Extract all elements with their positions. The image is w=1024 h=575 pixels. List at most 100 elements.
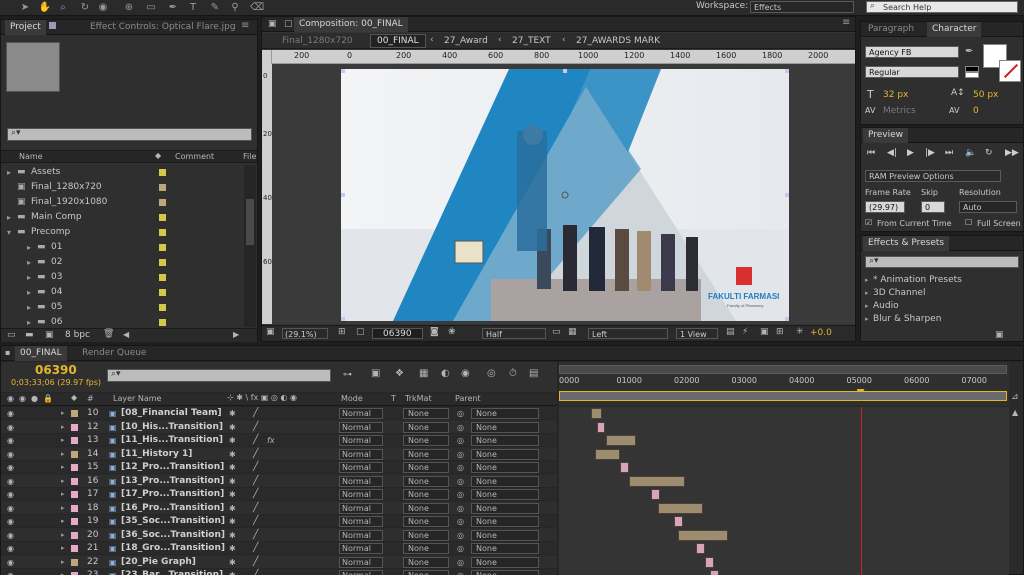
breadcrumb-27-awards-mark[interactable]: 27_AWARDS MARK: [576, 36, 660, 46]
project-item[interactable]: ▸ ▬ 03: [1, 270, 241, 285]
layer-row[interactable]: ◉ ▸ 18 ▣ [16_Pro...Transition] ✱ ╱ Normal None ◎ N…: [1, 501, 557, 515]
expand-arrow-icon[interactable]: ▸: [7, 165, 11, 180]
track-area[interactable]: [559, 407, 1009, 575]
comp-frame[interactable]: FAKULTI FARMASI Faculty of Pharmacy: [341, 69, 789, 321]
layer-label-color[interactable]: [71, 531, 78, 539]
layer-row[interactable]: ◉ ▸ 22 ▣ [20_Pie Graph] ✱ ╱ Normal None ◎ None: [1, 555, 557, 569]
zoom-icon[interactable]: ⊿: [1011, 392, 1019, 402]
resolution-dropdown[interactable]: Auto: [959, 201, 1017, 213]
type-tool-icon[interactable]: T: [186, 2, 200, 14]
expand-arrow-icon[interactable]: ▸: [61, 569, 65, 575]
work-area-bar[interactable]: [559, 365, 1007, 374]
eyedropper-icon[interactable]: ✒: [965, 46, 973, 57]
effects-search-field[interactable]: ⌕▾: [865, 256, 1019, 268]
layer-row[interactable]: ◉ ▸ 15 ▣ [12_Pro...Transition] ✱ ╱ Normal None ◎ N…: [1, 461, 557, 474]
parent-pickwhip-icon[interactable]: ◎: [457, 529, 464, 542]
motion-blur-toggle-icon[interactable]: ◉: [461, 368, 470, 379]
label-color[interactable]: [159, 184, 166, 191]
lock-icon[interactable]: ▢: [284, 19, 293, 29]
column-layer-name[interactable]: Layer Name: [113, 394, 161, 403]
layer-duration-bar[interactable]: [709, 570, 719, 575]
breadcrumb-27-award[interactable]: 27_Award: [444, 36, 488, 46]
layer-duration-bar[interactable]: [673, 516, 683, 527]
layer-name[interactable]: [20_Pie Graph]: [121, 556, 196, 569]
eye-icon[interactable]: ◉: [7, 529, 14, 542]
label-color[interactable]: [159, 274, 166, 281]
parent-dropdown[interactable]: None: [471, 502, 539, 514]
shy-layers-icon[interactable]: ❖: [395, 368, 404, 379]
tab-render-queue[interactable]: Render Queue: [77, 346, 151, 361]
expand-arrow-icon[interactable]: ▸: [61, 529, 65, 542]
timeline-icon[interactable]: ▣: [760, 327, 769, 337]
project-item[interactable]: ▸ ▬ Assets: [1, 165, 241, 180]
expand-arrow-icon[interactable]: ▸: [865, 300, 869, 313]
layer-label-color[interactable]: [71, 450, 78, 458]
scroll-up-icon[interactable]: ▲: [1012, 408, 1018, 417]
last-frame-icon[interactable]: ⏭: [945, 148, 953, 158]
layer-label-color[interactable]: [71, 504, 78, 512]
quality-switch-icon[interactable]: ╱: [253, 569, 258, 575]
layer-label-color[interactable]: [71, 491, 78, 498]
expand-arrow-icon[interactable]: ▸: [61, 461, 65, 474]
first-frame-icon[interactable]: ⏮: [867, 148, 875, 158]
exposure-value[interactable]: +0.0: [810, 328, 832, 338]
tracking-value[interactable]: 0: [973, 106, 979, 116]
column-parent[interactable]: Parent: [455, 394, 481, 403]
expand-arrow-icon[interactable]: ▸: [865, 287, 869, 300]
search-help-field[interactable]: ⌕ Search Help: [866, 1, 1018, 13]
quality-switch-icon[interactable]: ╱: [253, 407, 258, 420]
region-of-interest-icon[interactable]: ▭: [552, 327, 561, 337]
layer-name[interactable]: [18_Gro...Transition]: [121, 542, 225, 555]
project-item[interactable]: ▸ ▬ 01: [1, 240, 241, 255]
quality-switch-icon[interactable]: ╱: [253, 542, 258, 555]
brush-tool-icon[interactable]: ✎: [208, 2, 222, 14]
timeline-scroll-right[interactable]: ⊿ ▲: [1009, 362, 1023, 574]
panel-menu-icon[interactable]: ≡: [241, 20, 249, 31]
quality-switch-icon[interactable]: ╱: [253, 529, 258, 542]
skip-dropdown[interactable]: 0: [921, 201, 945, 213]
eye-icon[interactable]: ◉: [7, 461, 14, 474]
new-comp-icon[interactable]: ▣: [45, 330, 54, 340]
timecode-display[interactable]: 06390: [372, 328, 423, 339]
mode-dropdown[interactable]: Normal: [339, 448, 383, 460]
layer-label-color[interactable]: [71, 464, 78, 471]
mask-visibility-icon[interactable]: ▢: [356, 327, 365, 337]
quality-switch-icon[interactable]: ╱: [253, 556, 258, 569]
trkmat-dropdown[interactable]: None: [403, 543, 449, 554]
label-color[interactable]: [159, 289, 166, 296]
project-item[interactable]: ▸ ▬ Main Comp: [1, 210, 241, 225]
fx-switch-icon[interactable]: fx: [267, 434, 275, 447]
camera-tool-icon[interactable]: ◉: [96, 2, 110, 14]
trkmat-dropdown[interactable]: None: [403, 570, 449, 575]
expand-arrow-icon[interactable]: ▸: [61, 542, 65, 555]
graph-editor-icon[interactable]: ◎: [487, 368, 496, 379]
label-color[interactable]: [159, 304, 166, 311]
draft-3d-icon[interactable]: ▣: [371, 368, 380, 379]
label-column-icon[interactable]: ◆: [155, 151, 161, 160]
layer-label-color[interactable]: [71, 545, 78, 552]
eye-icon[interactable]: ◉: [7, 502, 14, 515]
quality-switch-icon[interactable]: ╱: [253, 475, 258, 488]
collapse-switch-icon[interactable]: ✱: [229, 407, 236, 420]
parent-dropdown[interactable]: None: [471, 529, 539, 541]
resolution-dropdown[interactable]: Half: [482, 328, 546, 339]
exposure-icon[interactable]: ✳: [796, 327, 804, 337]
eye-icon[interactable]: ◉: [7, 556, 14, 569]
quality-switch-icon[interactable]: ╱: [253, 515, 258, 528]
layer-duration-bar[interactable]: [705, 556, 715, 568]
tab-project[interactable]: Project: [5, 20, 46, 35]
scroll-right-icon[interactable]: ▶: [233, 330, 239, 339]
layer-row[interactable]: ◉ ▸ 23 ▣ [23_Bar...Transition] ✱ ╱ Normal None ◎ N…: [1, 569, 557, 575]
expand-arrow-icon[interactable]: ▸: [865, 313, 869, 326]
stroke-color-swatch[interactable]: [999, 60, 1021, 82]
tab-effects-presets[interactable]: Effects & Presets: [863, 236, 950, 251]
scroll-thumb[interactable]: [246, 199, 254, 245]
parent-pickwhip-icon[interactable]: ◎: [457, 434, 464, 447]
timeline-search-field[interactable]: ⌕▾: [107, 369, 331, 382]
mode-dropdown[interactable]: Normal: [339, 435, 383, 446]
selection-handle[interactable]: [341, 69, 345, 73]
collapse-switch-icon[interactable]: ✱: [229, 421, 236, 434]
layer-duration-bar[interactable]: [696, 543, 706, 554]
tab-paragraph[interactable]: Paragraph: [863, 22, 919, 37]
breadcrumb-27-text[interactable]: 27_TEXT: [512, 36, 551, 46]
